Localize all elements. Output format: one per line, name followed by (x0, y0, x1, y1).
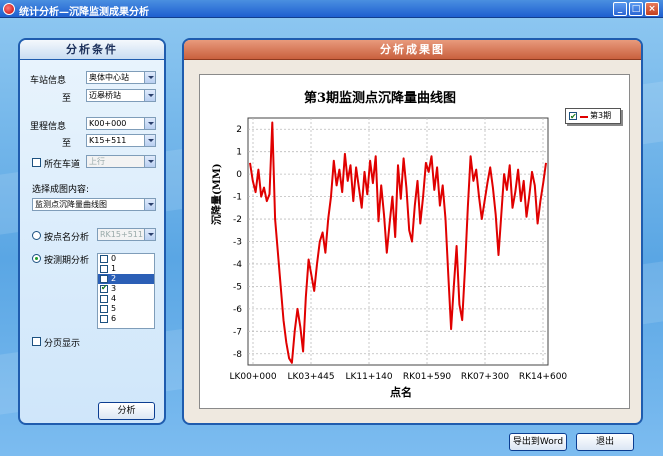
y-tick-label: -2 (233, 215, 242, 225)
x-tick-label: LK11+140 (345, 372, 392, 382)
period-label: 6 (111, 314, 117, 323)
point-analysis-label: 按点名分析 (44, 233, 90, 243)
content-select[interactable]: 监测点沉降量曲线图 (32, 198, 156, 211)
paging-label: 分页显示 (44, 339, 81, 349)
settlement-chart: 2 1 0 -1 -2 -3 -4 -5 -6 -7 -8 LK00+000 LK03+445 LK11+… (229, 117, 568, 382)
analysis-conditions-header: 分析条件 (20, 40, 164, 60)
lane-label: 所在车道 (44, 160, 81, 170)
legend-swatch (580, 116, 588, 118)
y-tick-label: 1 (236, 148, 242, 158)
point-select[interactable]: RK15+511 (97, 228, 156, 241)
mileage-to-value: K15+511 (89, 136, 127, 145)
analysis-conditions-panel: 分析条件 车站信息 奥体中心站 至 迈皋桥站 里程信息 K00+000 至 K1… (18, 38, 166, 425)
y-tick-label: 0 (236, 170, 242, 180)
chevron-down-icon[interactable] (144, 135, 155, 146)
period-checkbox[interactable] (100, 315, 108, 323)
app-icon (3, 3, 15, 15)
y-tick-label: -1 (233, 193, 242, 203)
period-checkbox[interactable] (100, 295, 108, 303)
x-tick-label: LK00+000 (229, 372, 276, 382)
x-tick-label: RK01+590 (403, 372, 452, 382)
close-icon[interactable]: × (645, 2, 659, 16)
chevron-down-icon[interactable] (144, 90, 155, 101)
y-tick-label: -4 (233, 260, 242, 270)
list-item[interactable]: 4 (98, 294, 154, 304)
period-checkbox[interactable] (100, 275, 108, 283)
y-tick-label: -8 (233, 350, 242, 360)
list-item[interactable]: 1 (98, 264, 154, 274)
period-label: 0 (111, 254, 117, 263)
y-tick-label: -6 (233, 305, 242, 315)
list-item[interactable]: 5 (98, 304, 154, 314)
station-label: 车站信息 (30, 76, 67, 86)
lane-checkbox[interactable] (32, 158, 41, 167)
lane-select[interactable]: 上行 (86, 155, 156, 168)
list-item[interactable]: 0 (98, 254, 154, 264)
y-tick-label: -3 (233, 238, 242, 248)
y-tick-label: 2 (236, 125, 242, 135)
x-tick-label: LK03+445 (287, 372, 334, 382)
chart-area: 第3期监测点沉降量曲线图 沉降量(MM) 点名 2 1 0 -1 -2 -3 -4 -5 -6-… (199, 74, 630, 409)
list-item[interactable]: 6 (98, 314, 154, 324)
x-tick-label: RK07+300 (461, 372, 510, 382)
mileage-from-value: K00+000 (89, 119, 127, 128)
to-label: 至 (62, 139, 72, 149)
to-label: 至 (62, 94, 72, 104)
y-tick-label: -5 (233, 282, 242, 292)
mileage-from-select[interactable]: K00+000 (86, 117, 156, 130)
station-from-select[interactable]: 奥体中心站 (86, 71, 156, 84)
point-analysis-radio[interactable] (32, 231, 41, 240)
chart-legend: 第3期 (565, 108, 621, 124)
period-checkbox[interactable] (100, 255, 108, 263)
period-analysis-radio[interactable] (32, 254, 41, 263)
station-to-select[interactable]: 迈皋桥站 (86, 89, 156, 102)
period-checkbox[interactable] (100, 265, 108, 273)
mileage-to-select[interactable]: K15+511 (86, 134, 156, 147)
analysis-result-header: 分析成果图 (184, 40, 641, 60)
chevron-down-icon[interactable] (144, 199, 155, 210)
content-value: 监测点沉降量曲线图 (35, 200, 107, 209)
content-label: 选择成图内容: (32, 185, 90, 195)
period-label: 2 (111, 274, 117, 283)
point-value: RK15+511 (100, 230, 143, 239)
mileage-label: 里程信息 (30, 122, 67, 132)
period-label: 4 (111, 294, 117, 303)
period-list[interactable]: 0 1 2 3 4 5 6 (97, 253, 155, 329)
chevron-down-icon[interactable] (144, 118, 155, 129)
station-from-value: 奥体中心站 (89, 73, 129, 82)
maximize-icon[interactable]: □ (629, 2, 643, 16)
export-word-button[interactable]: 导出到Word (509, 433, 567, 451)
list-item[interactable]: 3 (98, 283, 154, 294)
paging-checkbox[interactable] (32, 337, 41, 346)
chevron-down-icon[interactable] (144, 229, 155, 240)
period-analysis-label: 按测期分析 (44, 256, 90, 266)
chevron-down-icon[interactable] (144, 72, 155, 83)
period-label: 5 (111, 304, 117, 313)
period-label: 3 (111, 284, 117, 293)
station-to-value: 迈皋桥站 (89, 91, 121, 100)
window-title: 统计分析—沉降监测成果分析 (19, 7, 149, 18)
lane-value: 上行 (89, 157, 105, 166)
x-tick-label: RK14+600 (519, 372, 568, 382)
chevron-down-icon[interactable] (144, 156, 155, 167)
legend-checkbox[interactable] (569, 110, 577, 124)
exit-button[interactable]: 退出 (576, 433, 634, 451)
legend-label: 第3期 (590, 111, 612, 120)
period-checkbox[interactable] (100, 283, 108, 293)
minimize-icon[interactable]: _ (613, 2, 627, 16)
period-checkbox[interactable] (100, 305, 108, 313)
analyze-button[interactable]: 分析 (98, 402, 155, 420)
y-tick-label: -7 (233, 327, 242, 337)
window-titlebar: 统计分析—沉降监测成果分析 _ □ × (0, 0, 663, 18)
analysis-result-panel: 分析成果图 第3期监测点沉降量曲线图 沉降量(MM) 点名 2 1 0 -1 -2 -3-… (182, 38, 643, 451)
period-label: 1 (111, 264, 117, 273)
